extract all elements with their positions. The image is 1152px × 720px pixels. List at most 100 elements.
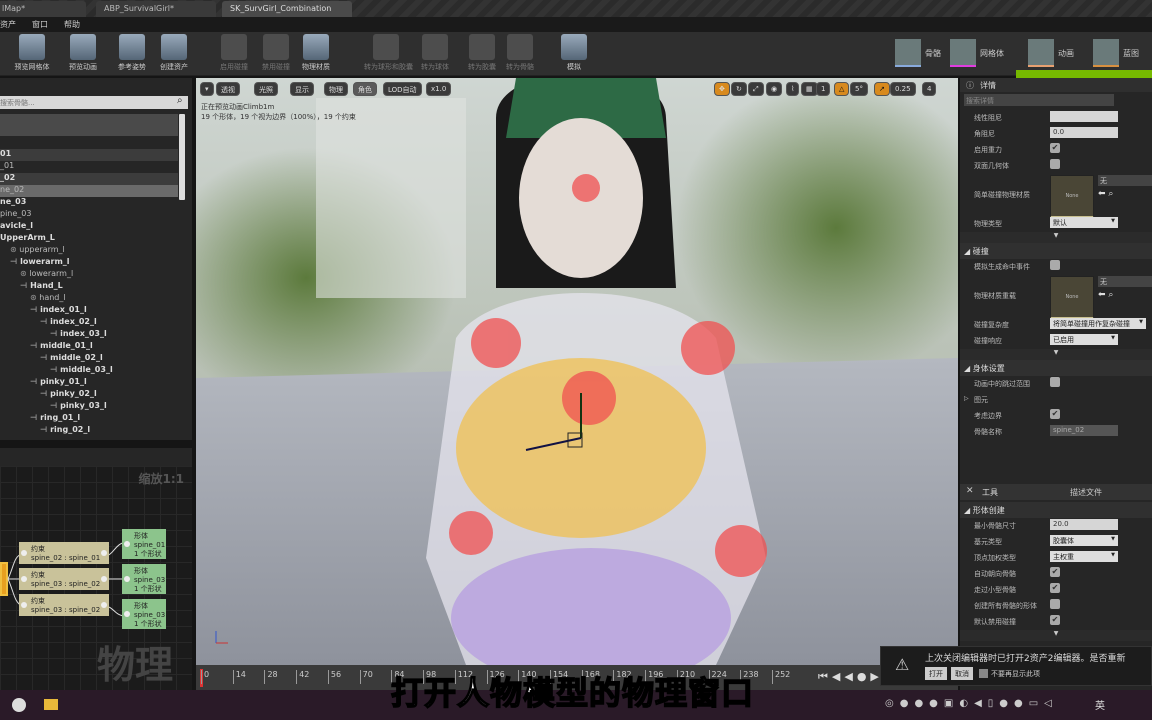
viewport-button[interactable]: 光照 — [254, 82, 278, 96]
toolbar-button[interactable]: 转为球形和胶囊 — [364, 34, 413, 72]
tree-scrollbar[interactable] — [179, 114, 185, 200]
tab-sk-survgirl[interactable]: SK_SurvGirl_Combination — [222, 1, 352, 17]
tree-bone-row[interactable]: ⊣ Hand_L — [0, 281, 178, 293]
tree-bone-row[interactable]: UpperArm_L — [0, 233, 178, 245]
tab-map[interactable]: lMap* — [0, 1, 86, 17]
output-pin[interactable] — [101, 550, 107, 556]
menu-help[interactable]: 帮助 — [64, 19, 80, 32]
number-field[interactable]: 20.0 — [1050, 519, 1118, 530]
menu-asset[interactable]: 资产 — [0, 19, 16, 32]
viewport-options-button[interactable]: ▾ — [200, 82, 214, 96]
tree-body-row[interactable]: ne_02 — [0, 185, 178, 197]
viewport-button[interactable]: x1.0 — [426, 82, 452, 96]
checkbox[interactable] — [1050, 599, 1060, 609]
tree-bone-row[interactable]: ⊣ index_01_l — [0, 305, 178, 317]
dropdown[interactable]: 将简单碰撞用作复杂碰撞 — [1050, 318, 1146, 329]
scale-tool-button[interactable]: ⤢ — [748, 82, 764, 96]
input-pin[interactable] — [21, 576, 27, 582]
section-header[interactable]: ◢ 形体创建 — [960, 502, 1152, 518]
constraint-node[interactable]: 约束 spine_03 : spine_02 — [19, 594, 109, 616]
constraint-node[interactable]: 约束 spine_03 : spine_02 — [19, 568, 109, 590]
toolbar-button[interactable]: 参考姿势 — [110, 34, 154, 72]
cancel-button[interactable]: 取消 — [951, 667, 973, 680]
world-local-button[interactable]: ◉ — [766, 82, 783, 96]
details-search-input[interactable]: 搜索详情 — [964, 94, 1114, 106]
rotate-tool-button[interactable]: ↻ — [731, 82, 747, 96]
body-node[interactable]: 形体 spine_01 1 个形状 — [122, 529, 166, 559]
number-field[interactable] — [1050, 111, 1118, 122]
unreal-app-icon[interactable] — [12, 698, 26, 712]
input-pin[interactable] — [124, 611, 130, 617]
toolbar-button[interactable]: 模拟 — [552, 34, 596, 72]
dropdown[interactable]: 主权重 — [1050, 551, 1118, 562]
tree-bone-row[interactable]: ne_03 — [0, 197, 178, 209]
toolbar-button[interactable]: 预览网格体 — [10, 34, 54, 72]
ime-indicator[interactable]: 英 — [1095, 697, 1105, 712]
toolbar-button[interactable]: 启用碰撞 — [212, 34, 256, 72]
tree-body-row[interactable]: ⊛ lowerarm_l — [0, 269, 178, 281]
tree-bone-row[interactable]: ⊣ middle_02_l — [0, 353, 178, 365]
dropdown[interactable]: 已启用 — [1050, 334, 1118, 345]
grid-value[interactable]: 1 — [816, 82, 831, 96]
checkbox[interactable]: ✔ — [1050, 567, 1060, 577]
tree-bone-row[interactable]: _02 — [0, 173, 178, 185]
material-thumbnail[interactable]: None — [1050, 175, 1094, 219]
skeleton-search-input[interactable]: 搜索骨骼... — [0, 96, 188, 109]
expand-chevron[interactable]: ▼ — [960, 232, 1152, 243]
viewport-button[interactable]: 角色 — [353, 82, 377, 96]
toolbar-button[interactable]: 创建资产 — [152, 34, 196, 72]
body-node[interactable]: 形体 spine_03 1 个形状 — [122, 564, 166, 594]
search-icon[interactable]: ⌕ — [177, 95, 183, 106]
tree-bone-row[interactable]: ⊣ pinky_03_l — [0, 401, 178, 413]
checkbox[interactable]: ✔ — [1050, 409, 1060, 419]
asset-picker[interactable]: None 无 ⬅ ⌕ — [1050, 175, 1152, 219]
scale-snap-value[interactable]: 0.25 — [890, 82, 916, 96]
tree-bone-row[interactable]: ⊣ ring_01_l — [0, 413, 178, 425]
body-node[interactable]: 形体 spine_03 1 个形状 — [122, 599, 166, 629]
output-pin[interactable] — [101, 602, 107, 608]
mode-button-1[interactable]: 网格体 — [950, 39, 1004, 67]
dont-show-checkbox[interactable] — [979, 669, 988, 678]
checkbox[interactable]: ✔ — [1050, 143, 1060, 153]
asset-value[interactable]: 无 — [1098, 276, 1152, 287]
checkbox[interactable] — [1050, 377, 1060, 387]
tree-bone-row[interactable]: ⊣ ring_02_l — [0, 425, 178, 437]
number-field[interactable]: 0.0 — [1050, 127, 1118, 138]
tree-body-row[interactable]: ⊛ upperarm_l — [0, 245, 178, 257]
mode-button-0[interactable]: 骨骼 — [895, 39, 941, 67]
tree-bone-row[interactable]: avicle_l — [0, 221, 178, 233]
viewport-button[interactable]: 透视 — [216, 82, 240, 96]
input-pin[interactable] — [124, 576, 130, 582]
scale-snap-toggle[interactable]: ↗ — [874, 82, 890, 96]
asset-value[interactable]: 无 — [1098, 175, 1152, 186]
mode-button-3[interactable]: 蓝图 — [1093, 39, 1139, 67]
tree-bone-row[interactable]: ⊣ index_03_l — [0, 329, 178, 341]
expand-chevron[interactable]: ▼ — [960, 349, 1152, 360]
file-explorer-icon[interactable] — [44, 699, 58, 710]
section-header[interactable]: ◢ 碰撞 — [960, 243, 1152, 259]
dropdown[interactable]: 胶囊体 — [1050, 535, 1118, 546]
camera-speed-button[interactable]: 4 — [922, 82, 937, 96]
checkbox[interactable]: ✔ — [1050, 615, 1060, 625]
material-thumbnail[interactable]: None — [1050, 276, 1094, 320]
tree-bone-row[interactable]: ⊣ middle_03_l — [0, 365, 178, 377]
viewport-button[interactable]: 显示 — [290, 82, 314, 96]
open-button[interactable]: 打开 — [925, 667, 947, 680]
asset-picker[interactable]: None 无 ⬅ ⌕ — [1050, 276, 1152, 320]
tab-tools[interactable]: 工具 — [982, 487, 998, 498]
toolbar-button[interactable]: 物理材质 — [294, 34, 338, 72]
tree-bone-row[interactable]: ⊣ lowerarm_l — [0, 257, 178, 269]
checkbox[interactable]: ✔ — [1050, 583, 1060, 593]
section-header[interactable]: ◢ 身体设置 — [960, 360, 1152, 376]
tree-bone-row[interactable]: ⊣ index_02_l — [0, 317, 178, 329]
expand-arrow[interactable]: ▷ — [964, 395, 969, 402]
angle-snap-value[interactable]: 5° — [850, 82, 868, 96]
constraint-node[interactable]: 约束 spine_02 : spine_01 — [19, 542, 109, 564]
browse-icons[interactable]: ⬅ ⌕ — [1098, 290, 1152, 300]
menu-window[interactable]: 窗口 — [32, 19, 48, 32]
system-tray-icons[interactable]: ◎●●●▣◐◀▯●●▭◁ — [885, 698, 1058, 709]
tree-bone-row[interactable]: 01 — [0, 149, 178, 161]
viewport-button[interactable]: 物理 — [324, 82, 348, 96]
tab-profiles[interactable]: 描述文件 — [1070, 487, 1102, 498]
viewport[interactable]: ▾ 透视 光照 显示 物理 角色 LOD自动 x1.0 ✥ ↻ ⤢ ◉ ⌇ ▦ 1 △ 5°… — [196, 78, 958, 665]
